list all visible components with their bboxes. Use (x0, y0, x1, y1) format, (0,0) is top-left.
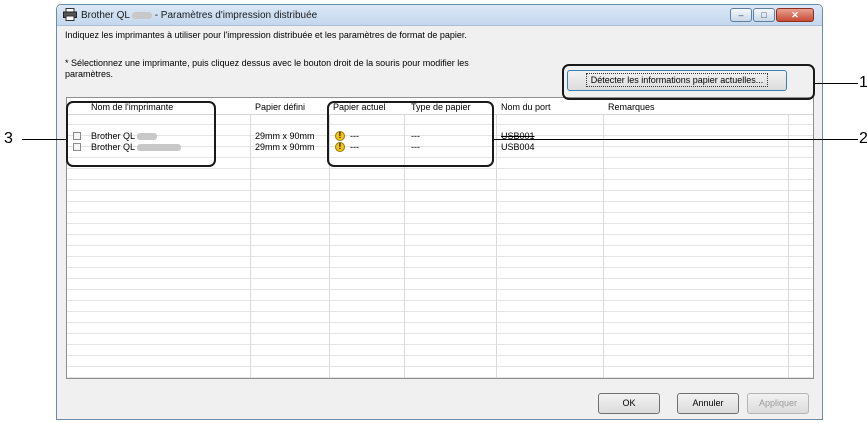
port-name-cell: USB004 (501, 142, 535, 152)
window-title: Brother QL - Paramètres d'impression dis… (81, 10, 317, 21)
callout-line-1 (815, 83, 858, 84)
paper-defined-cell: 29mm x 90mm (255, 131, 315, 141)
callout-line-2 (494, 139, 858, 140)
callout-number-2: 2 (859, 130, 867, 147)
paper-defined-cell: 29mm x 90mm (255, 142, 315, 152)
title-bar[interactable]: Brother QL - Paramètres d'impression dis… (57, 5, 822, 26)
callout-number-3: 3 (4, 130, 13, 147)
close-button[interactable]: ✕ (776, 8, 814, 22)
callout-box-3 (66, 101, 216, 167)
instructions-text: Indiquez les imprimantes à utiliser pour… (65, 30, 467, 40)
header-remarks[interactable]: Remarques (608, 102, 655, 112)
callout-number-1: 1 (859, 74, 867, 91)
note-text: * Sélectionnez une imprimante, puis cliq… (65, 58, 469, 79)
maximize-button[interactable]: □ (753, 8, 775, 22)
header-port-name[interactable]: Nom du port (501, 102, 551, 112)
minimize-button[interactable]: ‒ (730, 8, 752, 22)
redacted-model (131, 11, 152, 19)
port-name-cell: USB001 (501, 131, 535, 141)
window-title-prefix: Brother QL (81, 10, 130, 21)
cancel-button[interactable]: Annuler (677, 393, 739, 414)
apply-button[interactable]: Appliquer (747, 393, 809, 414)
window-title-suffix: - Paramètres d'impression distribuée (151, 10, 318, 21)
callout-line-3 (22, 139, 66, 140)
ok-button[interactable]: OK (598, 393, 660, 414)
header-paper-defined[interactable]: Papier défini (255, 102, 305, 112)
callout-box-1 (562, 64, 815, 100)
printer-icon (63, 8, 77, 21)
callout-box-2 (327, 101, 494, 167)
